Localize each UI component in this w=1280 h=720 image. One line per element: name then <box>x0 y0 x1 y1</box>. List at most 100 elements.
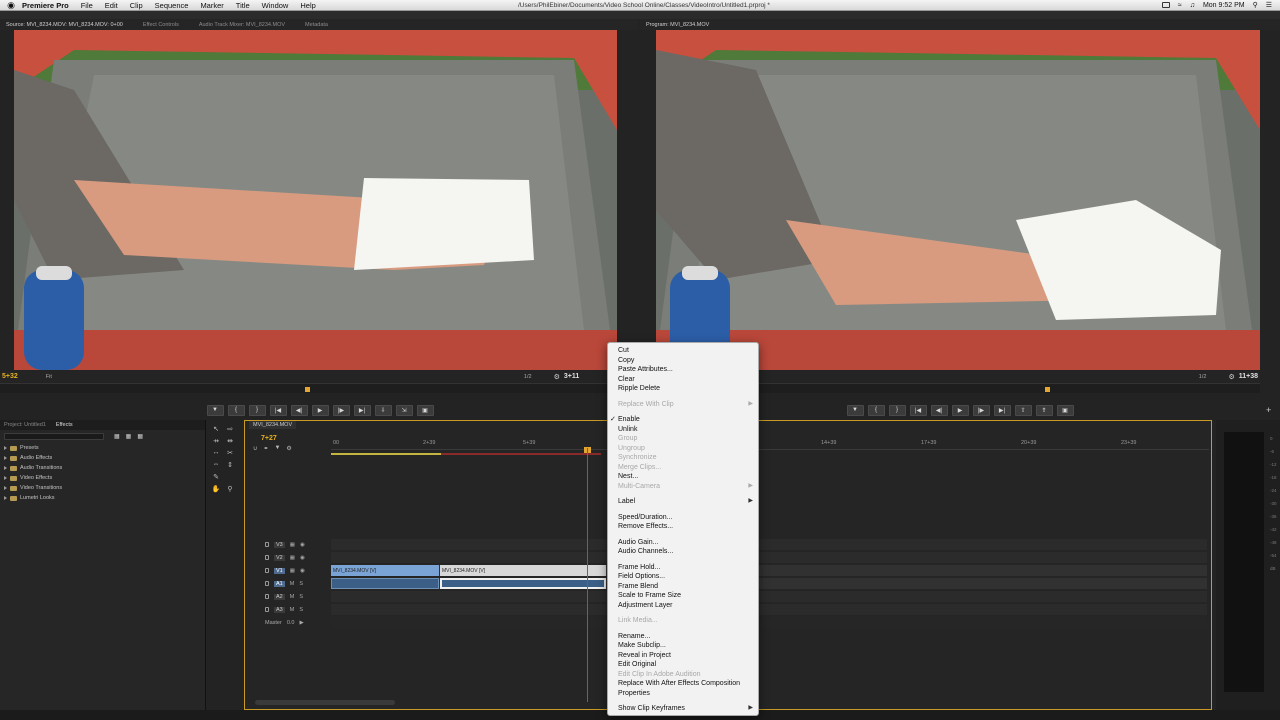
eye-icon[interactable]: ◉ <box>300 555 305 561</box>
expand-icon[interactable] <box>4 466 7 470</box>
menu-item-field-options[interactable]: Field Options... <box>608 572 758 582</box>
play-button[interactable]: ▶ <box>311 404 329 416</box>
overwrite-button[interactable]: ⇲ <box>395 404 413 416</box>
program-video-frame[interactable] <box>656 30 1260 370</box>
track-lane[interactable]: MVI_8234.MOV [V] MVI_8234.MOV [V] <box>331 565 1207 576</box>
source-playhead[interactable] <box>305 387 310 392</box>
snap-icon[interactable]: ∪ <box>253 445 257 452</box>
step-forward-button[interactable]: |▶ <box>332 404 350 416</box>
program-step-forward-button[interactable]: |▶ <box>972 404 990 416</box>
menu-item-properties[interactable]: Properties <box>608 689 758 699</box>
source-zoom-select[interactable]: Fit <box>46 374 52 380</box>
master-arrow-icon[interactable]: ▶ <box>299 620 303 626</box>
mute-icon[interactable]: M <box>290 594 295 600</box>
track-lane[interactable] <box>331 578 1207 589</box>
eye-icon[interactable]: ◉ <box>300 542 305 548</box>
menu-window[interactable]: Window <box>262 1 289 10</box>
menu-item-copy[interactable]: Copy <box>608 356 758 366</box>
track-label[interactable]: A2 <box>274 593 285 600</box>
search-icon[interactable]: ⚲ <box>1253 1 1258 9</box>
sync-icon[interactable]: ▦ <box>290 568 295 574</box>
menu-help[interactable]: Help <box>300 1 315 10</box>
sync-icon[interactable]: ▦ <box>290 555 295 561</box>
mute-icon[interactable]: M <box>290 581 295 587</box>
expand-icon[interactable] <box>4 456 7 460</box>
selection-tool-icon[interactable]: ↖ <box>210 425 222 435</box>
timeline-scrollbar[interactable] <box>255 700 395 705</box>
solo-icon[interactable]: S <box>299 581 303 587</box>
clip-a1-second[interactable] <box>440 578 606 589</box>
pen-tool-icon[interactable]: ✎ <box>210 473 222 483</box>
tree-item-lumetri-looks[interactable]: Lumetri Looks <box>4 493 205 503</box>
add-button-icon[interactable]: + <box>1266 405 1271 415</box>
tree-item-video-transitions[interactable]: Video Transitions <box>4 483 205 493</box>
tree-item-presets[interactable]: Presets <box>4 443 205 453</box>
menu-item-replace-with-after-effects-composition[interactable]: Replace With After Effects Composition <box>608 679 758 689</box>
tab-source[interactable]: Source: MVI_8234.MOV: MVI_8234.MOV: 0+00 <box>6 22 123 28</box>
track-lane[interactable] <box>331 617 1207 628</box>
menu-item-audio-channels[interactable]: Audio Channels... <box>608 547 758 557</box>
tab-effect-controls[interactable]: Effect Controls <box>143 22 179 28</box>
tab-audio-mixer[interactable]: Audio Track Mixer: MVI_8234.MOV <box>199 22 285 28</box>
track-label[interactable]: V2 <box>274 554 285 561</box>
menu-item-reveal-in-project[interactable]: Reveal in Project <box>608 651 758 661</box>
menu-app-name[interactable]: Premiere Pro <box>22 1 69 10</box>
expand-icon[interactable] <box>4 486 7 490</box>
track-lane[interactable] <box>331 552 1207 563</box>
program-step-back-button[interactable]: ◀| <box>930 404 948 416</box>
timeline-ruler[interactable]: 00 2+39 5+39 14+39 17+39 20+39 23+39 <box>331 438 1209 450</box>
go-to-out-button[interactable]: ▶| <box>353 404 371 416</box>
ripple-edit-tool-icon[interactable]: ⇸ <box>210 437 222 447</box>
lift-button[interactable]: ⇧ <box>1014 404 1032 416</box>
menu-item-frame-hold[interactable]: Frame Hold... <box>608 563 758 573</box>
timeline-timecode[interactable]: 7+27 <box>261 435 277 442</box>
go-to-in-button[interactable]: |◀ <box>269 404 287 416</box>
track-lane[interactable] <box>331 591 1207 602</box>
menu-item-paste-attributes[interactable]: Paste Attributes... <box>608 365 758 375</box>
menu-marker[interactable]: Marker <box>200 1 223 10</box>
timeline-tab[interactable]: MVI_8234.MOV <box>249 421 297 429</box>
lock-icon[interactable] <box>265 594 269 599</box>
master-volume[interactable]: 0.0 <box>287 620 295 626</box>
track-select-tool-icon[interactable]: ⇨ <box>224 425 236 435</box>
source-timecode[interactable]: 5+32 <box>2 373 18 380</box>
sync-icon[interactable]: ▦ <box>290 542 295 548</box>
menu-clip[interactable]: Clip <box>130 1 143 10</box>
tree-item-audio-effects[interactable]: Audio Effects <box>4 453 205 463</box>
source-video-frame[interactable] <box>14 30 617 370</box>
add-marker-icon[interactable]: ▼ <box>274 445 280 452</box>
menu-item-adjustment-layer[interactable]: Adjustment Layer <box>608 601 758 611</box>
menu-item-clear[interactable]: Clear <box>608 375 758 385</box>
solo-icon[interactable]: S <box>299 607 303 613</box>
program-add-marker-button[interactable]: ▼ <box>846 404 864 416</box>
expand-icon[interactable] <box>4 446 7 450</box>
insert-button[interactable]: ⇩ <box>374 404 392 416</box>
program-scale-select[interactable]: 1/2 <box>1199 374 1207 380</box>
new-preset-icon[interactable]: ▦ <box>126 433 132 440</box>
program-export-frame-button[interactable]: ▣ <box>1056 404 1074 416</box>
wrench-icon[interactable]: ⚙ <box>554 373 560 381</box>
mute-icon[interactable]: M <box>290 607 295 613</box>
program-play-button[interactable]: ▶ <box>951 404 969 416</box>
tab-effects[interactable]: Effects <box>56 422 73 428</box>
program-wrench-icon[interactable]: ⚙ <box>1228 373 1234 381</box>
tab-metadata[interactable]: Metadata <box>305 22 328 28</box>
clock[interactable]: Mon 9:52 PM <box>1203 2 1245 9</box>
menu-item-make-subclip[interactable]: Make Subclip... <box>608 641 758 651</box>
battery-icon[interactable] <box>1161 2 1170 8</box>
menu-item-label[interactable]: Label ▶ <box>608 497 758 507</box>
program-go-to-in-button[interactable]: |◀ <box>909 404 927 416</box>
expand-icon[interactable] <box>4 476 7 480</box>
timeline-playhead[interactable] <box>587 448 588 702</box>
delete-icon[interactable]: ▦ <box>137 433 143 440</box>
lock-icon[interactable] <box>265 607 269 612</box>
track-label[interactable]: V1 <box>274 567 285 574</box>
slip-tool-icon[interactable]: ⇔ <box>210 461 222 471</box>
clip-a1-first[interactable] <box>331 578 439 589</box>
tab-program[interactable]: Program: MVI_8234.MOV <box>646 22 709 28</box>
menu-edit[interactable]: Edit <box>105 1 118 10</box>
rate-stretch-tool-icon[interactable]: ↔ <box>210 449 222 459</box>
mark-out-button[interactable]: } <box>248 404 266 416</box>
tree-item-video-effects[interactable]: Video Effects <box>4 473 205 483</box>
export-frame-button[interactable]: ▣ <box>416 404 434 416</box>
